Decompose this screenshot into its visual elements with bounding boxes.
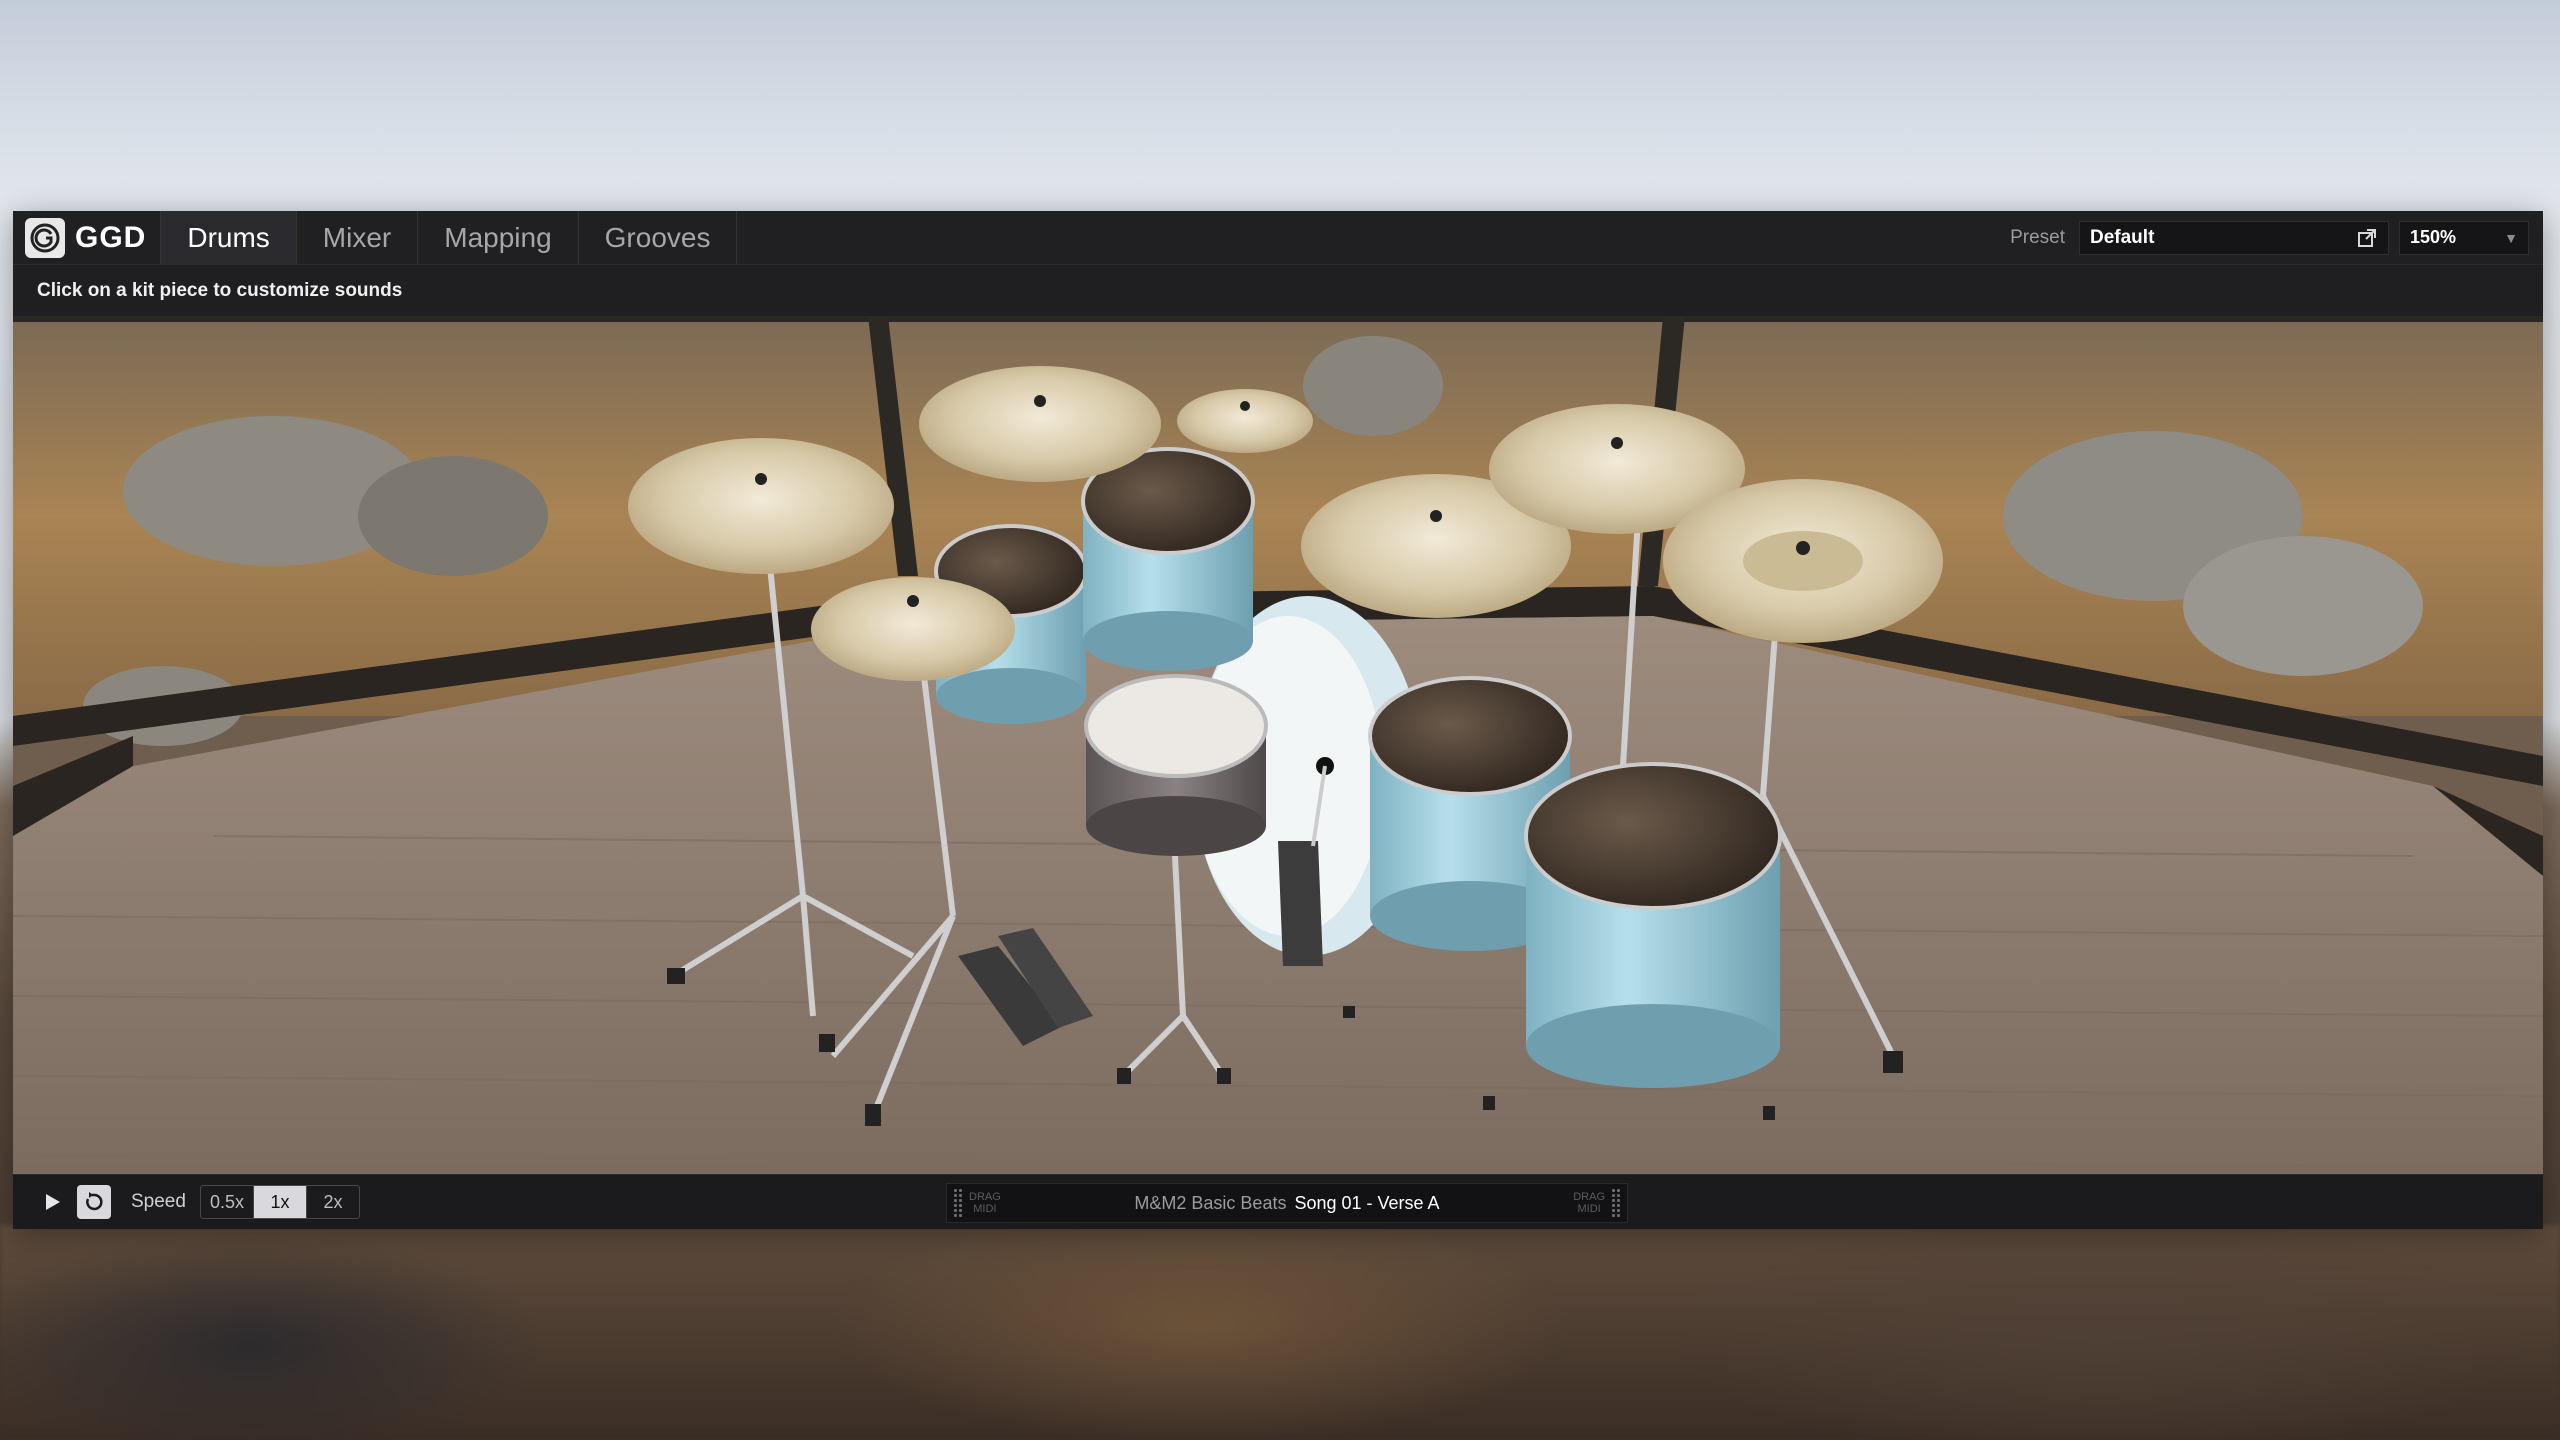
chevron-down-icon: ▼ (2504, 229, 2518, 246)
drag-label-line1: DRAG (1573, 1191, 1605, 1203)
snare-drum[interactable] (1084, 674, 1268, 856)
crash-cymbal-center[interactable] (919, 366, 1161, 482)
loop-icon (86, 1192, 103, 1211)
preset-value: Default (2090, 226, 2155, 248)
drag-midi-left[interactable]: DRAG MIDI (947, 1184, 1017, 1222)
hint-text: Click on a kit piece to customize sounds (37, 279, 403, 301)
speed-selector: 0.5x 1x 2x (199, 1185, 360, 1219)
speed-option-2x[interactable]: 2x (307, 1186, 359, 1218)
drag-label-line2: MIDI (973, 1203, 997, 1215)
background-blur (0, 1225, 2560, 1440)
groove-display: DRAG MIDI M&M2 Basic Beats Song 01 - Vers… (946, 1183, 1628, 1223)
tab-grooves[interactable]: Grooves (579, 211, 738, 264)
speed-option-1x[interactable]: 1x (253, 1186, 307, 1218)
groove-title[interactable]: M&M2 Basic Beats Song 01 - Verse A (1017, 1193, 1557, 1214)
drag-label-line1: DRAG (969, 1191, 1001, 1203)
external-link-icon[interactable] (2356, 227, 2378, 249)
crash-cymbal-left[interactable] (628, 438, 894, 574)
grip-icon (953, 1188, 963, 1218)
drag-midi-label: DRAG MIDI (1573, 1191, 1605, 1215)
hihat-cymbal[interactable] (811, 577, 1015, 681)
plugin-window: GGD Drums Mixer Mapping Grooves Preset D… (13, 211, 2543, 1229)
play-icon (46, 1194, 60, 1210)
hint-bar: Click on a kit piece to customize sounds (13, 265, 2543, 316)
tab-drums[interactable]: Drums (161, 211, 297, 264)
floor-tom-2[interactable] (1524, 762, 1782, 1088)
groove-name: Song 01 - Verse A (1294, 1192, 1440, 1213)
drum-kit-stage (13, 316, 2543, 1174)
top-bar: GGD Drums Mixer Mapping Grooves Preset D… (13, 211, 2543, 265)
tom-right-rack[interactable] (1081, 447, 1255, 671)
grip-icon (1611, 1188, 1621, 1218)
splash-cymbal[interactable] (1177, 389, 1313, 453)
speed-label: Speed (131, 1191, 186, 1212)
tab-mapping[interactable]: Mapping (418, 211, 579, 264)
transport-bar: Speed 0.5x 1x 2x DRAG MIDI M&M2 Basic Be… (13, 1174, 2543, 1229)
zoom-select[interactable]: 150% ▼ (2399, 220, 2529, 255)
china-cymbal[interactable] (1663, 479, 1943, 643)
drum-kit-scene (13, 316, 2543, 1174)
preset-select[interactable]: Default (2079, 220, 2389, 255)
drag-midi-label: DRAG MIDI (969, 1191, 1001, 1215)
logo-text: GGD (75, 220, 147, 254)
loop-button[interactable] (77, 1185, 111, 1219)
drag-midi-right[interactable]: DRAG MIDI (1557, 1184, 1627, 1222)
speed-option-0-5x[interactable]: 0.5x (201, 1186, 254, 1218)
zoom-value: 150% (2410, 227, 2457, 247)
tab-mixer[interactable]: Mixer (297, 211, 419, 264)
play-button[interactable] (35, 1185, 69, 1219)
logo: GGD (13, 211, 162, 264)
groove-library: M&M2 Basic Beats (1134, 1192, 1287, 1213)
ggd-logo-icon (25, 217, 65, 258)
preset-label: Preset (2010, 226, 2065, 248)
drag-label-line2: MIDI (1577, 1203, 1601, 1215)
